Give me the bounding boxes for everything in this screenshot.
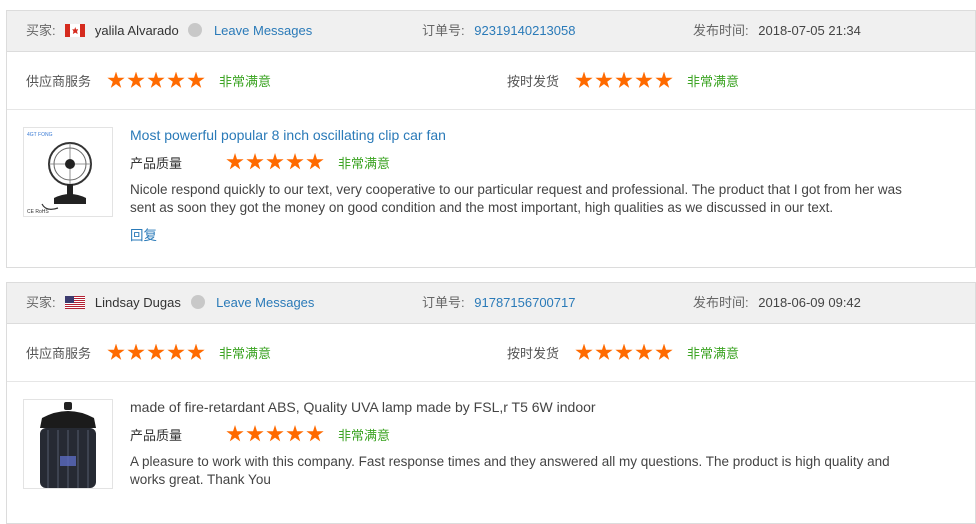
star-icon [655,71,673,88]
star-icon [306,425,324,442]
star-rating [107,343,207,362]
product-quality-label: 产品质量 [130,427,183,443]
star-icon [655,343,673,360]
star-icon [147,343,165,360]
star-icon [127,343,145,360]
star-icon [615,343,633,360]
buyer-name[interactable]: yalila Alvarado [95,23,179,38]
review-header: 买家: yalila Alvarado Leave Messages 订单号: … [7,11,975,52]
star-rating [107,71,207,90]
star-icon [167,71,185,88]
publish-time: 发布时间: 2018-06-09 09:42 [693,283,861,323]
star-icon [107,343,125,360]
star-icon [107,71,125,88]
leave-messages-link[interactable]: Leave Messages [214,23,312,38]
satisfaction-text: 非常满意 [687,346,740,361]
order-label: 订单号: [422,295,465,310]
star-icon [615,71,633,88]
satisfaction-text: 非常满意 [687,74,740,89]
star-icon [595,343,613,360]
fan-image: 4GT FONG CE RoHS [27,132,92,215]
star-rating [226,425,326,443]
review-text: Nicole respond quickly to our text, very… [130,182,902,215]
satisfaction-text: 非常满意 [219,74,272,89]
satisfaction-text: 非常满意 [338,155,391,171]
star-icon [187,343,205,360]
uv-lamp-image [40,402,96,488]
star-icon [266,425,284,442]
rating-row: 供应商服务 非常满意 按时发货 非常满意 [7,52,975,110]
leave-messages-link[interactable]: Leave Messages [216,295,314,310]
publish-time-label: 发布时间: [693,295,749,310]
svg-text:4GT FONG: 4GT FONG [27,132,53,138]
star-icon [246,425,264,442]
product-thumbnail[interactable] [23,399,113,489]
on-time-delivery-rating: 按时发货 非常满意 [507,52,739,109]
star-icon [167,343,185,360]
star-icon [635,71,653,88]
star-icon [246,153,264,170]
buyer-name[interactable]: Lindsay Dugas [95,295,181,310]
supplier-service-label: 供应商服务 [26,346,92,361]
star-icon [286,153,304,170]
publish-time-label: 发布时间: [693,23,749,38]
order-number-link[interactable]: 92319140213058 [474,23,575,38]
star-icon [286,425,304,442]
reply-link[interactable]: 回复 [130,224,157,244]
buyer-info: 买家: yalila Alvarado Leave Messages [26,11,312,51]
review-text: A pleasure to work with this company. Fa… [130,454,890,487]
svg-text:CE RoHS: CE RoHS [27,209,49,215]
review-header: 买家: Lindsay Dugas Leave Messages 订单号: 91… [7,283,975,324]
on-time-delivery-label: 按时发货 [507,74,560,89]
satisfaction-text: 非常满意 [219,346,272,361]
product-quality-rating: 产品质量 非常满意 [130,152,390,172]
product-quality-rating: 产品质量 非常满意 [130,424,390,444]
star-icon [127,71,145,88]
order-number-link[interactable]: 91787156700717 [474,295,575,310]
product-title-link[interactable]: made of fire-retardant ABS, Quality UVA … [130,399,596,415]
order-info: 订单号: 91787156700717 [422,283,575,323]
star-icon [266,153,284,170]
publish-time-value: 2018-07-05 21:34 [758,23,861,38]
star-icon [575,71,593,88]
star-icon [635,343,653,360]
chat-icon[interactable] [190,295,205,309]
supplier-service-rating: 供应商服务 非常满意 [26,52,271,109]
star-icon [226,425,244,442]
order-info: 订单号: 92319140213058 [422,11,575,51]
supplier-service-rating: 供应商服务 非常满意 [26,324,271,381]
on-time-delivery-label: 按时发货 [507,346,560,361]
order-label: 订单号: [422,23,465,38]
star-icon [575,343,593,360]
star-icon [147,71,165,88]
usa-flag-icon [65,296,86,309]
star-rating [575,343,675,362]
buyer-label: 买家: [26,295,56,310]
product-thumbnail[interactable]: 4GT FONG CE RoHS [23,127,113,217]
product-title-link[interactable]: Most powerful popular 8 inch oscillating… [130,127,446,143]
canada-flag-icon [65,24,86,37]
buyer-label: 买家: [26,23,56,38]
publish-time: 发布时间: 2018-07-05 21:34 [693,11,861,51]
star-rating [226,153,326,171]
review-card: 买家: Lindsay Dugas Leave Messages 订单号: 91… [6,282,976,524]
supplier-service-label: 供应商服务 [26,74,92,89]
satisfaction-text: 非常满意 [338,427,391,443]
chat-icon[interactable] [188,23,203,37]
publish-time-value: 2018-06-09 09:42 [758,295,861,310]
star-icon [595,71,613,88]
star-icon [306,153,324,170]
on-time-delivery-rating: 按时发货 非常满意 [507,324,739,381]
star-rating [575,71,675,90]
product-quality-label: 产品质量 [130,155,183,171]
buyer-info: 买家: Lindsay Dugas Leave Messages [26,283,314,323]
star-icon [187,71,205,88]
star-icon [226,153,244,170]
rating-row: 供应商服务 非常满意 按时发货 非常满意 [7,324,975,382]
review-card: 买家: yalila Alvarado Leave Messages 订单号: … [6,10,976,268]
